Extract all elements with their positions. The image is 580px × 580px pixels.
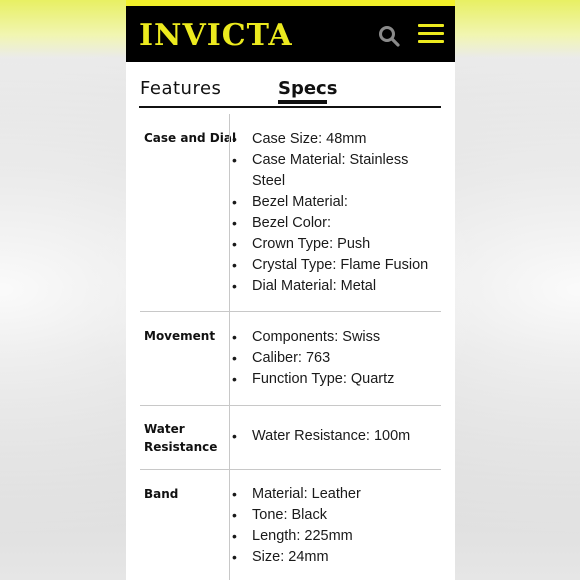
spec-item: • Dial Material: Metal xyxy=(232,278,377,294)
column-divider xyxy=(229,470,230,580)
spec-values: • Material: Leather • Tone: Black • Length:… xyxy=(232,484,442,568)
spec-label: Band xyxy=(144,487,179,501)
spec-item: • Material: Leather xyxy=(232,486,361,502)
hamburger-menu-icon[interactable] xyxy=(418,24,444,46)
column-divider xyxy=(229,312,230,405)
tab-specs[interactable]: Specs xyxy=(278,78,337,99)
spec-values: • Components: Swiss • Caliber: 763 • Functi… xyxy=(232,327,442,390)
spec-item: • Tone: Black xyxy=(232,507,327,523)
spec-label: Movement xyxy=(144,329,216,343)
spec-label: Case and Dial xyxy=(144,131,237,145)
spec-item: • Size: 24mm xyxy=(232,549,329,565)
spec-item: • Case Size: 48mm xyxy=(232,131,367,147)
site-header: INVICTA xyxy=(126,6,455,62)
column-divider xyxy=(229,406,230,469)
spec-row-band: Band • Material: Leather • Tone: Black • Le… xyxy=(140,470,441,580)
tab-features[interactable]: Features xyxy=(140,78,221,99)
spec-item: • Bezel Material: xyxy=(232,194,348,210)
spec-label: Water Resistance xyxy=(144,422,218,454)
search-icon[interactable] xyxy=(378,25,400,47)
product-tabs: Features Specs xyxy=(139,78,441,108)
spec-row-case-and-dial: Case and Dial • Case Size: 48mm • Case Mat… xyxy=(140,114,441,312)
spec-values: • Water Resistance: 100m xyxy=(232,426,442,447)
specs-table: Case and Dial • Case Size: 48mm • Case Mat… xyxy=(140,114,441,580)
spec-item: • Crown Type: Push xyxy=(232,236,371,252)
spec-item: • Bezel Color: xyxy=(232,215,331,231)
spec-item: • Water Resistance: 100m xyxy=(232,428,411,444)
brand-logo[interactable]: INVICTA xyxy=(139,18,293,53)
spec-row-movement: Movement • Components: Swiss • Caliber: 76… xyxy=(140,312,441,406)
phone-screen: INVICTA Features Specs Case and Dial • Ca… xyxy=(126,0,455,580)
spec-item: • Length: 225mm xyxy=(232,528,353,544)
spec-item: • Case Material: Stainless Steel xyxy=(232,152,409,189)
column-divider xyxy=(229,114,230,311)
spec-item: • Crystal Type: Flame Fusion xyxy=(232,257,429,273)
spec-item: • Caliber: 763 xyxy=(232,350,331,366)
spec-item: • Components: Swiss xyxy=(232,329,381,345)
active-tab-indicator xyxy=(278,100,327,104)
spec-values: • Case Size: 48mm • Case Material: Stainle… xyxy=(232,129,442,297)
spec-item: • Function Type: Quartz xyxy=(232,371,395,387)
spec-row-water-resistance: Water Resistance • Water Resistance: 100m xyxy=(140,406,441,470)
